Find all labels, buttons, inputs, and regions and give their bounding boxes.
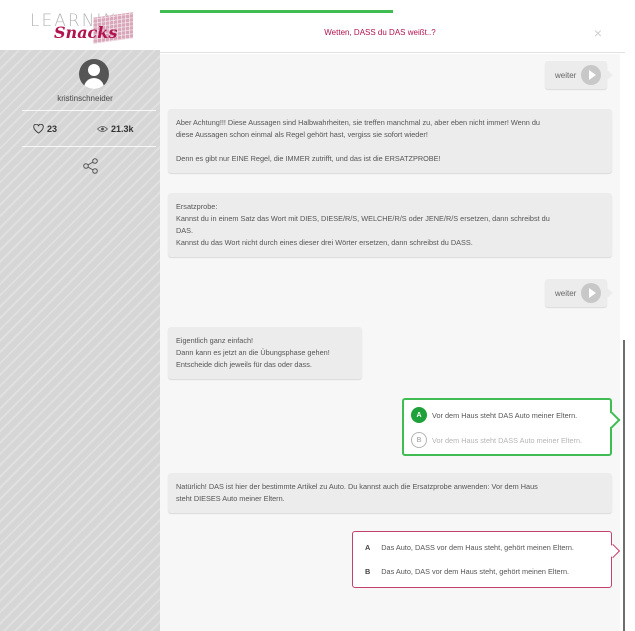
share-icon[interactable]	[82, 157, 100, 175]
views-count: 21.3k	[111, 124, 134, 134]
answer-choice-box: A Das Auto, DASS vor dem Haus steht, geh…	[352, 531, 612, 588]
chat-message: Aber Achtung!!! Diese Aussagen sind Halb…	[168, 109, 612, 173]
views-counter: 21.3k	[97, 124, 134, 134]
answer-option-a[interactable]: A Das Auto, DASS vor dem Haus steht, geh…	[365, 543, 574, 552]
option-a-letter: A	[365, 543, 371, 552]
eye-icon	[97, 126, 108, 132]
heart-icon	[33, 124, 44, 134]
lesson-header: Wetten, DASS du DAS weißt..? ×	[160, 13, 625, 53]
likes-count: 23	[47, 124, 58, 134]
weiter-label: weiter	[555, 70, 577, 80]
play-icon	[581, 65, 602, 85]
progress-bar	[160, 10, 393, 13]
answer-option-b[interactable]: B Vor dem Haus steht DASS Auto meiner El…	[411, 432, 582, 448]
sidebar: LEARNING Snacks kristinschneider 23 21.3…	[0, 0, 160, 631]
close-button[interactable]: ×	[591, 26, 605, 40]
option-b-text: Das Auto, DAS vor dem Haus steht, gehört…	[381, 567, 570, 576]
answer-option-a[interactable]: A Vor dem Haus steht DAS Auto meiner Elt…	[411, 407, 577, 423]
chat-message: Natürlich! DAS ist hier der bestimmte Ar…	[168, 473, 612, 513]
chat-message: Ersatzprobe: Kannst du in einem Satz das…	[168, 193, 612, 257]
play-icon	[581, 283, 602, 303]
answer-option-b[interactable]: B Das Auto, DAS vor dem Haus steht, gehö…	[365, 567, 569, 576]
option-a-badge: A	[411, 407, 427, 423]
app-root: LEARNING Snacks kristinschneider 23 21.3…	[0, 0, 635, 631]
divider	[22, 110, 156, 111]
logo-snacks-text: Snacks	[54, 23, 118, 42]
option-b-letter: B	[365, 567, 371, 576]
divider	[22, 146, 156, 147]
answer-choice-box: A Vor dem Haus steht DAS Auto meiner Elt…	[402, 398, 612, 456]
logo[interactable]: LEARNING Snacks	[0, 0, 160, 50]
option-a-text: Das Auto, DASS vor dem Haus steht, gehör…	[381, 543, 574, 552]
likes-counter[interactable]: 23	[33, 124, 57, 134]
scrollbar[interactable]	[623, 340, 625, 631]
chat-message: Eigentlich ganz einfach! Dann kann es je…	[168, 327, 362, 379]
weiter-label: weiter	[555, 288, 577, 298]
avatar[interactable]	[79, 59, 109, 89]
weiter-button[interactable]: weiter	[545, 61, 614, 89]
option-a-text: Vor dem Haus steht DAS Auto meiner Elter…	[432, 410, 578, 420]
username[interactable]: kristinschneider	[0, 94, 170, 103]
option-b-badge: B	[411, 432, 427, 448]
lesson-title: Wetten, DASS du DAS weißt..?	[324, 28, 436, 37]
option-b-text: Vor dem Haus steht DASS Auto meiner Elte…	[432, 435, 583, 445]
weiter-button[interactable]: weiter	[545, 279, 614, 307]
